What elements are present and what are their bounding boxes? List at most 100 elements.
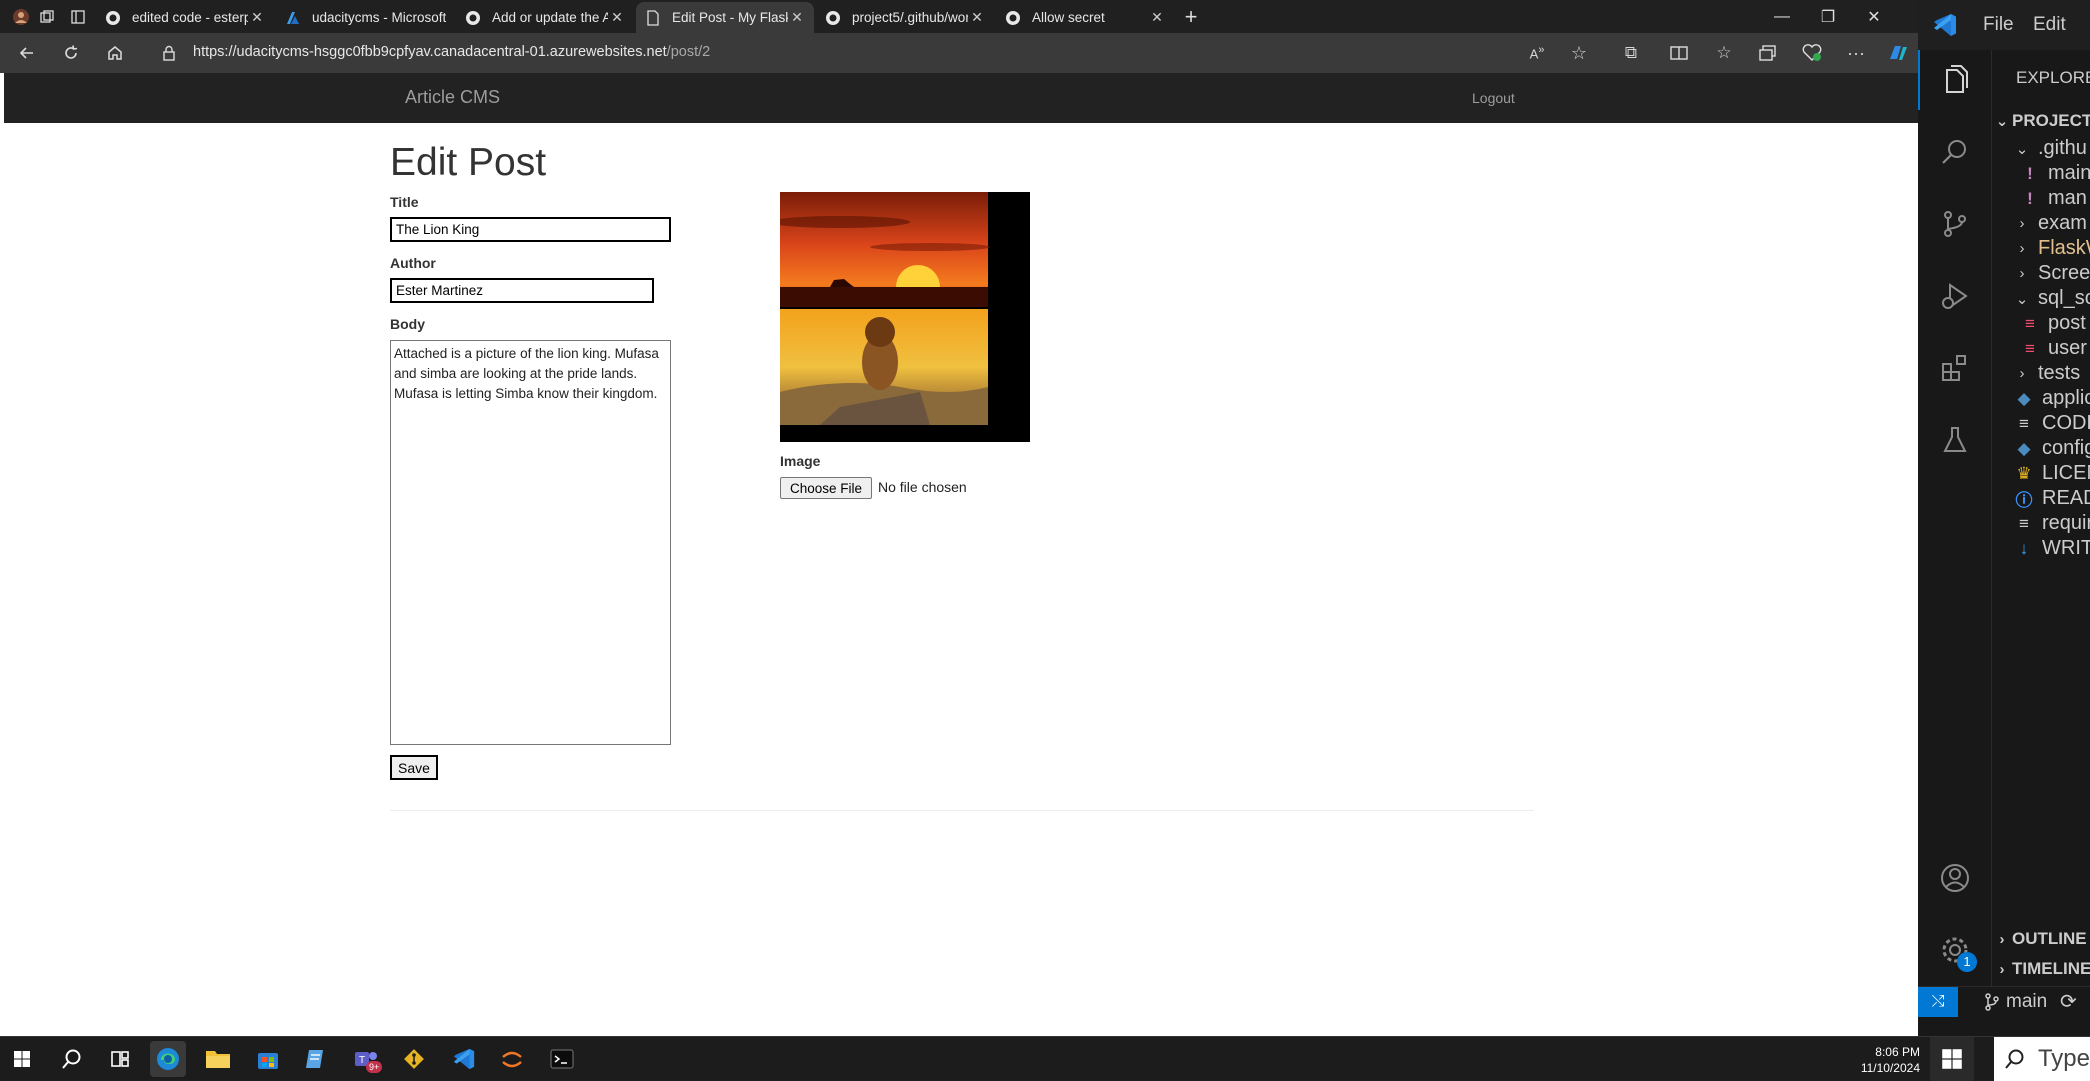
close-icon[interactable]: ✕ xyxy=(968,9,986,26)
site-info-button[interactable] xyxy=(154,39,184,67)
file-tree-item[interactable]: › tests xyxy=(1992,361,2090,386)
close-icon[interactable]: ✕ xyxy=(608,9,626,26)
settings-more-button[interactable]: ··· xyxy=(1843,41,1869,65)
read-aloud-button[interactable]: A» xyxy=(1524,41,1550,65)
file-tree-item[interactable]: ! main xyxy=(1992,161,2090,186)
favorite-button[interactable]: ☆ xyxy=(1566,41,1592,65)
body-textarea[interactable]: Attached is a picture of the lion king. … xyxy=(390,340,671,745)
brand-link[interactable]: Article CMS xyxy=(405,87,500,108)
new-tab-button[interactable]: + xyxy=(1176,4,1206,30)
folder-icon xyxy=(206,1051,230,1068)
file-tree-item[interactable]: › exam xyxy=(1992,211,2090,236)
chevron-down-icon: ⌄ xyxy=(2015,140,2029,158)
tab-azure-app-service[interactable]: Add or update the Azure App Ser ✕ xyxy=(456,2,634,33)
collections-button[interactable] xyxy=(1755,41,1781,65)
teams-button[interactable]: T 9+ xyxy=(348,1041,384,1077)
terminal-button[interactable] xyxy=(544,1041,580,1077)
run-debug-button[interactable] xyxy=(1933,274,1977,318)
notepad-button[interactable] xyxy=(298,1041,334,1077)
file-tree-item[interactable]: › FlaskW xyxy=(1992,236,2090,261)
source-control-icon xyxy=(1944,211,1966,237)
teams-badge: 9+ xyxy=(366,1061,383,1073)
logout-link[interactable]: Logout xyxy=(1472,90,1515,106)
file-tree-item[interactable]: ≡ user xyxy=(1992,336,2090,361)
git-button[interactable] xyxy=(396,1041,432,1077)
windows-icon xyxy=(14,1051,30,1067)
file-tree-item[interactable]: ◆ applic xyxy=(1992,386,2090,411)
file-tree-item[interactable]: › Scree xyxy=(1992,261,2090,286)
testing-button[interactable] xyxy=(1933,418,1977,462)
refresh-button[interactable] xyxy=(56,39,86,67)
copilot-button[interactable] xyxy=(1885,41,1911,65)
restore-button[interactable]: ❐ xyxy=(1805,2,1851,32)
url-field[interactable]: https://udacitycms-hsggc0fbb9cpfyav.cana… xyxy=(193,37,1613,67)
task-view-button[interactable] xyxy=(102,1041,138,1077)
database-icon: ≡ xyxy=(2025,313,2035,333)
tab-allow-secret[interactable]: Allow secret ✕ xyxy=(996,2,1174,33)
save-button[interactable]: Save xyxy=(390,755,438,780)
branch-icon xyxy=(1985,993,1999,1011)
minimize-button[interactable]: — xyxy=(1759,2,1805,32)
workspaces-button[interactable] xyxy=(32,4,62,30)
accounts-button[interactable] xyxy=(1933,856,1977,900)
store-button[interactable] xyxy=(250,1041,286,1077)
file-tree-item[interactable]: ♛ LICEN xyxy=(1992,461,2090,486)
menu-file[interactable]: File xyxy=(1983,14,2014,36)
extensions-button[interactable]: ⧉ xyxy=(1618,41,1644,65)
close-icon[interactable]: ✕ xyxy=(248,9,266,26)
file-tree-item[interactable]: ⌄ sql_sc xyxy=(1992,286,2090,311)
remote-icon: ⤭ xyxy=(1931,993,1945,1010)
extensions-button[interactable] xyxy=(1933,346,1977,390)
system-clock[interactable]: 8:06 PM 11/10/2024 xyxy=(1840,1044,1920,1076)
timeline-title: TIMELINE xyxy=(2012,959,2090,978)
browser-essentials-button[interactable] xyxy=(1799,41,1825,65)
choose-file-button[interactable]: Choose File xyxy=(780,477,872,499)
tab-workflows[interactable]: project5/.github/workflows at ma ✕ xyxy=(816,2,994,33)
split-screen-button[interactable] xyxy=(1666,41,1692,65)
file-tree-label: Scree xyxy=(2038,262,2090,284)
favorites-button[interactable]: ☆ xyxy=(1711,41,1737,65)
source-control-button[interactable] xyxy=(1933,202,1977,246)
menu-edit[interactable]: Edit xyxy=(2033,14,2066,36)
project-section-header[interactable]: ⌄ PROJECT xyxy=(1992,106,2090,136)
jupyter-button[interactable] xyxy=(494,1041,530,1077)
python-icon: ◆ xyxy=(2017,388,2031,408)
tab-edit-post[interactable]: Edit Post - My Flask Application ✕ xyxy=(636,2,814,33)
file-tree-item[interactable]: ◆ config xyxy=(1992,436,2090,461)
tab-edited-code[interactable]: edited code - esterproject5/proje ✕ xyxy=(96,2,274,33)
vscode-taskbar-button[interactable] xyxy=(446,1041,482,1077)
python-icon: ◆ xyxy=(2017,438,2031,458)
search-button[interactable] xyxy=(54,1041,90,1077)
github-icon xyxy=(824,9,842,27)
remote-button[interactable]: ⤭ xyxy=(1918,987,1958,1017)
sync-icon[interactable]: ⟳ xyxy=(2060,989,2077,1014)
home-button[interactable] xyxy=(100,39,130,67)
close-window-button[interactable]: ✕ xyxy=(1851,2,1897,32)
tab-actions-button[interactable] xyxy=(63,4,93,30)
back-button[interactable] xyxy=(12,39,42,67)
author-input[interactable] xyxy=(390,278,654,303)
file-explorer-button[interactable] xyxy=(200,1041,236,1077)
file-tree-item[interactable]: ↓ WRIT xyxy=(1992,536,2090,561)
file-tree-item[interactable]: ⌄ .githu xyxy=(1992,136,2090,161)
markdown-icon: ↓ xyxy=(2019,538,2029,558)
outline-section[interactable]: › OUTLINE xyxy=(1992,924,2090,954)
taskbar-search-box[interactable]: Type xyxy=(1994,1037,2090,1081)
edge-taskbar-button[interactable] xyxy=(150,1041,186,1077)
timeline-section[interactable]: › TIMELINE xyxy=(1992,954,2090,984)
search-button[interactable] xyxy=(1933,130,1977,174)
tab-azure[interactable]: udacitycms - Microsoft Azure xyxy=(276,2,454,33)
explorer-button[interactable] xyxy=(1933,58,1977,102)
file-tree-item[interactable]: ≡ requir xyxy=(1992,511,2090,536)
title-input[interactable] xyxy=(390,217,671,242)
manage-button[interactable]: 1 xyxy=(1933,928,1977,972)
file-tree-item[interactable]: ≡ CODE xyxy=(1992,411,2090,436)
close-icon[interactable]: ✕ xyxy=(788,9,806,26)
file-tree-item[interactable]: ! man xyxy=(1992,186,2090,211)
file-tree-item[interactable]: ⓘ READ xyxy=(1992,486,2090,511)
start-button[interactable] xyxy=(4,1041,40,1077)
file-tree-item[interactable]: ≡ post xyxy=(1992,311,2090,336)
close-icon[interactable]: ✕ xyxy=(1148,9,1166,26)
branch-name[interactable]: main xyxy=(2006,991,2047,1013)
start-button-right[interactable] xyxy=(1930,1037,1974,1081)
